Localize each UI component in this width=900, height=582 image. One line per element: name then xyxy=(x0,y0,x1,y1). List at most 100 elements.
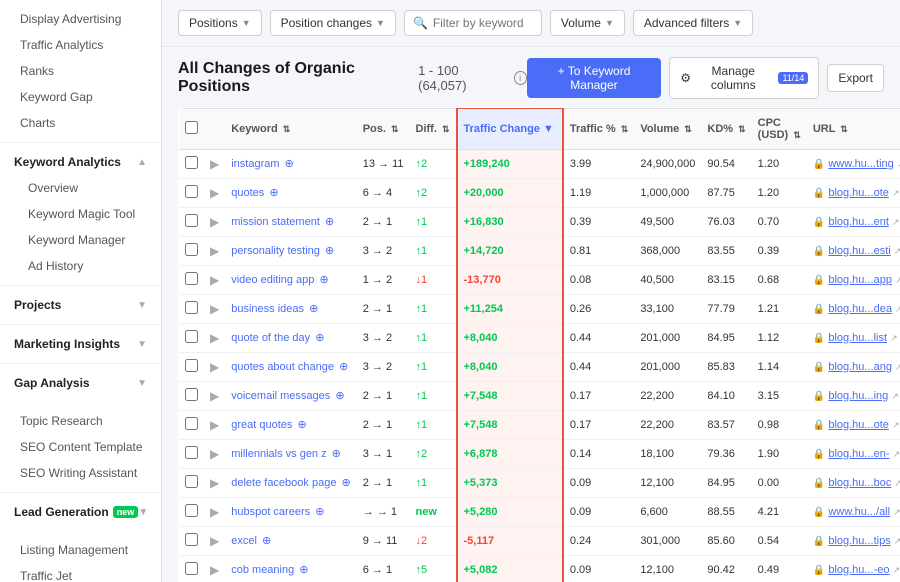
external-link-icon[interactable]: ↗ xyxy=(894,246,900,256)
expand-icon[interactable]: ▶ xyxy=(210,157,219,171)
keyword-link[interactable]: personality testing xyxy=(231,245,320,257)
url-link[interactable]: www.hu.../all xyxy=(828,506,890,518)
url-link[interactable]: blog.hu...dea xyxy=(828,303,892,315)
add-keyword-icon[interactable]: ⊕ xyxy=(315,332,324,344)
add-keyword-icon[interactable]: ⊕ xyxy=(339,361,348,373)
cpc-header[interactable]: CPC(USD) ⇅ xyxy=(752,108,807,149)
volume-filter[interactable]: Volume ▼ xyxy=(550,10,625,36)
select-all-header[interactable] xyxy=(179,108,205,149)
to-keyword-manager-button[interactable]: + To Keyword Manager xyxy=(527,58,662,98)
keyword-link[interactable]: mission statement xyxy=(231,216,320,228)
row-expand-cell[interactable]: ▶ xyxy=(204,381,225,410)
row-checkbox-cell[interactable] xyxy=(179,265,205,294)
add-keyword-icon[interactable]: ⊕ xyxy=(309,303,318,315)
url-link[interactable]: blog.hu...list xyxy=(828,332,887,344)
url-link[interactable]: blog.hu...esti xyxy=(828,245,890,257)
row-expand-cell[interactable]: ▶ xyxy=(204,497,225,526)
row-checkbox-cell[interactable] xyxy=(179,555,205,582)
add-keyword-icon[interactable]: ⊕ xyxy=(297,419,306,431)
add-keyword-icon[interactable]: ⊕ xyxy=(269,187,278,199)
row-checkbox-cell[interactable] xyxy=(179,410,205,439)
expand-icon[interactable]: ▶ xyxy=(210,389,219,403)
external-link-icon[interactable]: ↗ xyxy=(892,217,900,227)
sidebar-item-seo-content-template[interactable]: SEO Content Template xyxy=(0,434,161,460)
expand-icon[interactable]: ▶ xyxy=(210,273,219,287)
row-expand-cell[interactable]: ▶ xyxy=(204,265,225,294)
kd-header[interactable]: KD% ⇅ xyxy=(701,108,751,149)
sidebar-item-seo-writing-assistant[interactable]: SEO Writing Assistant xyxy=(0,460,161,486)
row-expand-cell[interactable]: ▶ xyxy=(204,555,225,582)
add-keyword-icon[interactable]: ⊕ xyxy=(262,535,271,547)
row-checkbox[interactable] xyxy=(185,185,198,198)
row-checkbox[interactable] xyxy=(185,388,198,401)
row-checkbox[interactable] xyxy=(185,243,198,256)
row-expand-cell[interactable]: ▶ xyxy=(204,439,225,468)
expand-icon[interactable]: ▶ xyxy=(210,186,219,200)
keyword-link[interactable]: delete facebook page xyxy=(231,477,336,489)
info-icon[interactable]: i xyxy=(514,71,527,85)
keyword-link[interactable]: millennials vs gen z xyxy=(231,448,326,460)
volume-header[interactable]: Volume ⇅ xyxy=(634,108,701,149)
add-keyword-icon[interactable]: ⊕ xyxy=(325,216,334,228)
url-link[interactable]: blog.hu...ing xyxy=(828,390,888,402)
keyword-link[interactable]: quote of the day xyxy=(231,332,310,344)
url-link[interactable]: blog.hu...-eo xyxy=(828,564,889,576)
row-expand-cell[interactable]: ▶ xyxy=(204,526,225,555)
row-checkbox[interactable] xyxy=(185,504,198,517)
row-checkbox[interactable] xyxy=(185,562,198,575)
expand-icon[interactable]: ▶ xyxy=(210,447,219,461)
row-checkbox-cell[interactable] xyxy=(179,149,205,178)
row-checkbox-cell[interactable] xyxy=(179,381,205,410)
row-expand-cell[interactable]: ▶ xyxy=(204,178,225,207)
sidebar-item-marketing-insights[interactable]: Marketing Insights ▼ xyxy=(0,331,161,357)
keyword-link[interactable]: video editing app xyxy=(231,274,314,286)
sidebar-item-charts[interactable]: Charts xyxy=(0,110,161,136)
row-checkbox-cell[interactable] xyxy=(179,468,205,497)
url-link[interactable]: blog.hu...app xyxy=(828,274,892,286)
row-checkbox[interactable] xyxy=(185,475,198,488)
row-checkbox-cell[interactable] xyxy=(179,352,205,381)
sidebar-item-projects[interactable]: Projects ▼ xyxy=(0,292,161,318)
expand-icon[interactable]: ▶ xyxy=(210,302,219,316)
url-link[interactable]: blog.hu...tips xyxy=(828,535,890,547)
expand-icon[interactable]: ▶ xyxy=(210,563,219,577)
select-all-checkbox[interactable] xyxy=(185,121,198,134)
keyword-link[interactable]: great quotes xyxy=(231,419,292,431)
add-keyword-icon[interactable]: ⊕ xyxy=(319,274,328,286)
add-keyword-icon[interactable]: ⊕ xyxy=(332,448,341,460)
external-link-icon[interactable]: ↗ xyxy=(894,478,900,488)
sidebar-item-lead-generation[interactable]: Lead Generation new ▼ xyxy=(0,499,161,525)
row-checkbox[interactable] xyxy=(185,446,198,459)
export-button[interactable]: Export xyxy=(827,64,884,92)
row-checkbox[interactable] xyxy=(185,301,198,314)
add-keyword-icon[interactable]: ⊕ xyxy=(342,477,351,489)
url-link[interactable]: www.hu...ting xyxy=(828,158,893,170)
row-checkbox[interactable] xyxy=(185,330,198,343)
row-checkbox-cell[interactable] xyxy=(179,236,205,265)
sidebar-item-traffic-analytics[interactable]: Traffic Analytics xyxy=(0,32,161,58)
row-checkbox[interactable] xyxy=(185,359,198,372)
sidebar-item-topic-research[interactable]: Topic Research xyxy=(0,408,161,434)
diff-header[interactable]: Diff. ⇅ xyxy=(410,108,457,149)
row-expand-cell[interactable]: ▶ xyxy=(204,323,225,352)
traffic-pct-header[interactable]: Traffic % ⇅ xyxy=(563,108,634,149)
keyword-link[interactable]: quotes about change xyxy=(231,361,334,373)
expand-icon[interactable]: ▶ xyxy=(210,331,219,345)
add-keyword-icon[interactable]: ⊕ xyxy=(325,245,334,257)
expand-icon[interactable]: ▶ xyxy=(210,505,219,519)
row-checkbox-cell[interactable] xyxy=(179,178,205,207)
keyword-header[interactable]: Keyword ⇅ xyxy=(225,108,356,149)
position-changes-filter[interactable]: Position changes ▼ xyxy=(270,10,396,36)
sidebar-item-overview[interactable]: Overview xyxy=(0,175,161,201)
url-link[interactable]: blog.hu...ent xyxy=(828,216,889,228)
row-checkbox-cell[interactable] xyxy=(179,323,205,352)
pos-header[interactable]: Pos. ⇅ xyxy=(357,108,410,149)
sidebar-item-keyword-analytics[interactable]: Keyword Analytics ▲ xyxy=(0,149,161,175)
advanced-filters[interactable]: Advanced filters ▼ xyxy=(633,10,753,36)
url-link[interactable]: blog.hu...ang xyxy=(828,361,892,373)
row-expand-cell[interactable]: ▶ xyxy=(204,294,225,323)
external-link-icon[interactable]: ↗ xyxy=(892,188,900,198)
row-checkbox-cell[interactable] xyxy=(179,497,205,526)
url-header[interactable]: URL ⇅ xyxy=(807,108,900,149)
row-expand-cell[interactable]: ▶ xyxy=(204,149,225,178)
